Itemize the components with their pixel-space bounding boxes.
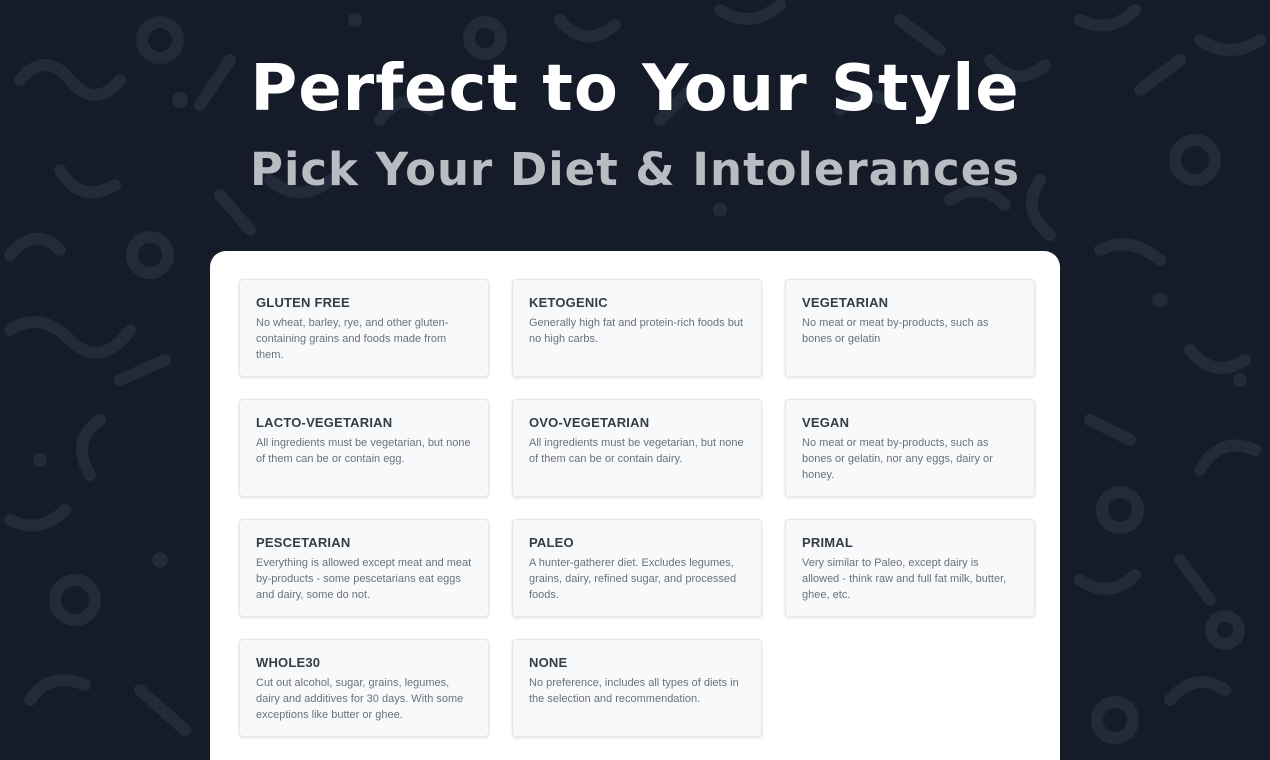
diet-card-title: GLUTEN FREE [256, 295, 350, 310]
diet-selection-panel: GLUTEN FREE No wheat, barley, rye, and o… [210, 251, 1060, 760]
diet-card-description: Everything is allowed except meat and me… [256, 557, 472, 601]
diet-card-gluten-free[interactable]: GLUTEN FREE No wheat, barley, rye, and o… [239, 279, 489, 377]
diet-card-description: Cut out alcohol, sugar, grains, legumes,… [256, 677, 464, 721]
diet-card-pescetarian[interactable]: PESCETARIAN Everything is allowed except… [239, 519, 489, 617]
diet-card-description: All ingredients must be vegetarian, but … [529, 437, 744, 465]
diet-card-description: A hunter-gatherer diet. Excludes legumes… [529, 557, 737, 601]
page-background: Perfect to Your Style Pick Your Diet & I… [0, 0, 1270, 760]
diet-card-title: WHOLE30 [256, 655, 321, 670]
diet-card-description: No wheat, barley, rye, and other gluten-… [256, 317, 449, 361]
diet-card-title: PRIMAL [802, 535, 854, 550]
diet-card-title: NONE [529, 655, 568, 670]
hero-title: Perfect to Your Style [250, 52, 1020, 126]
diet-card-paleo[interactable]: PALEO A hunter-gatherer diet. Excludes l… [512, 519, 762, 617]
diet-card-vegan[interactable]: VEGAN No meat or meat by-products, such … [785, 399, 1035, 497]
hero-subtitle: Pick Your Diet & Intolerances [249, 143, 1021, 196]
diet-card-description: No meat or meat by-products, such as bon… [802, 317, 989, 345]
diet-card-description: Generally high fat and protein-rich food… [529, 317, 744, 345]
diet-card-title: VEGETARIAN [802, 295, 889, 310]
diet-card-primal[interactable]: PRIMAL Very similar to Paleo, except dai… [785, 519, 1035, 617]
diet-card-title: PALEO [529, 535, 574, 550]
diet-card-none[interactable]: NONE No preference, includes all types o… [512, 639, 762, 737]
diet-card-whole30[interactable]: WHOLE30 Cut out alcohol, sugar, grains, … [239, 639, 489, 737]
diet-card-title: OVO-VEGETARIAN [529, 415, 650, 430]
diet-grid: GLUTEN FREE No wheat, barley, rye, and o… [239, 279, 1035, 737]
diet-card-vegetarian[interactable]: VEGETARIAN No meat or meat by-products, … [785, 279, 1035, 377]
diet-card-title: PESCETARIAN [256, 535, 351, 550]
diet-card-description: No preference, includes all types of die… [529, 677, 739, 705]
diet-card-title: KETOGENIC [529, 295, 608, 310]
diet-card-lacto-vegetarian[interactable]: LACTO-VEGETARIAN All ingredients must be… [239, 399, 489, 497]
diet-card-ovo-vegetarian[interactable]: OVO-VEGETARIAN All ingredients must be v… [512, 399, 762, 497]
diet-card-description: No meat or meat by-products, such as bon… [802, 437, 993, 481]
diet-card-ketogenic[interactable]: KETOGENIC Generally high fat and protein… [512, 279, 762, 377]
diet-card-title: LACTO-VEGETARIAN [256, 415, 393, 430]
diet-card-title: VEGAN [802, 415, 850, 430]
diet-card-description: All ingredients must be vegetarian, but … [256, 437, 471, 465]
diet-card-description: Very similar to Paleo, except dairy is a… [802, 557, 1007, 601]
